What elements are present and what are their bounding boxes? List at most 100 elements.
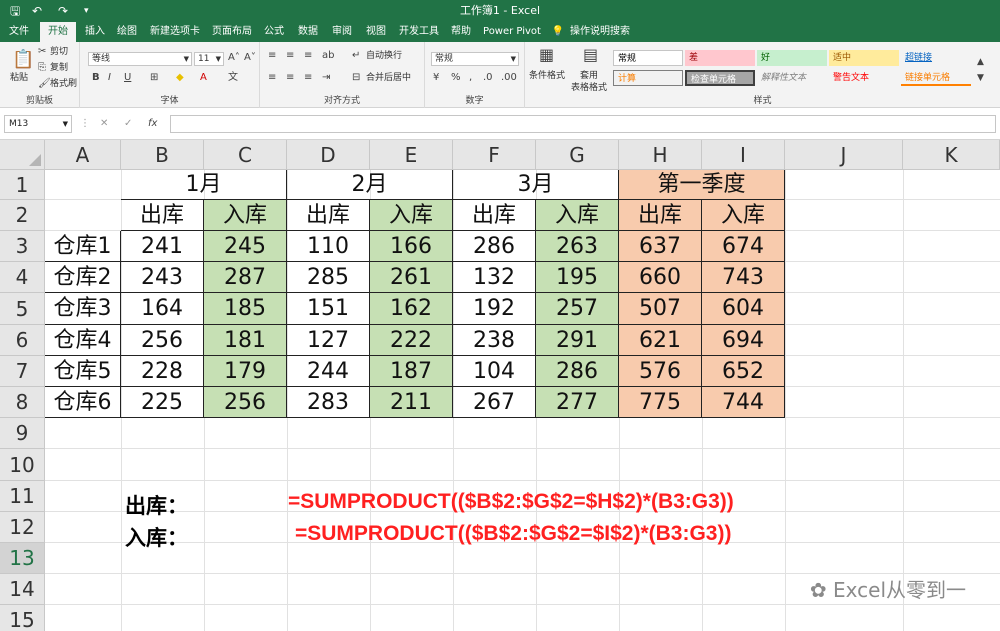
- font-size-select[interactable]: 11 ▼: [194, 52, 224, 66]
- month-header[interactable]: 3月: [453, 170, 619, 200]
- value-cell[interactable]: 604: [702, 293, 785, 325]
- italic-icon[interactable]: I: [108, 72, 111, 84]
- tab-formulas[interactable]: 公式: [260, 22, 288, 42]
- month-header[interactable]: 1月: [121, 170, 287, 200]
- tab-view[interactable]: 视图: [362, 22, 390, 42]
- value-cell[interactable]: 291: [536, 325, 619, 356]
- value-cell[interactable]: 287: [204, 262, 287, 293]
- row-header-12[interactable]: 12: [0, 512, 45, 543]
- value-cell[interactable]: 243: [121, 262, 204, 293]
- value-cell[interactable]: 166: [370, 231, 453, 262]
- align-center-icon[interactable]: ≡: [286, 72, 294, 84]
- align-right-icon[interactable]: ≡: [304, 72, 312, 84]
- increase-decimal-icon[interactable]: .0: [483, 72, 493, 84]
- sub-header[interactable]: 出库: [619, 200, 702, 231]
- sub-header[interactable]: 出库: [453, 200, 536, 231]
- style-calculation[interactable]: 计算: [613, 70, 683, 86]
- month-header[interactable]: 2月: [287, 170, 453, 200]
- font-color-icon[interactable]: A: [200, 72, 207, 84]
- column-header-d[interactable]: D: [287, 140, 370, 170]
- warehouse-label[interactable]: 仓库6: [45, 387, 121, 418]
- insert-function-icon[interactable]: fx: [148, 118, 157, 130]
- column-header-k[interactable]: K: [903, 140, 1000, 170]
- warehouse-label[interactable]: 仓库2: [45, 262, 121, 293]
- value-cell[interactable]: 286: [536, 356, 619, 387]
- sub-header[interactable]: 出库: [121, 200, 204, 231]
- formula-input[interactable]: [170, 115, 996, 133]
- row-header-5[interactable]: 5: [0, 293, 45, 325]
- paste-button[interactable]: 粘贴: [10, 72, 28, 84]
- merge-center-button[interactable]: 合并后居中: [366, 72, 411, 84]
- row-header-6[interactable]: 6: [0, 325, 45, 356]
- borders-icon[interactable]: ⊞: [150, 72, 158, 84]
- value-cell[interactable]: 263: [536, 231, 619, 262]
- value-cell[interactable]: 181: [204, 325, 287, 356]
- styles-more-icon[interactable]: ▼: [977, 72, 984, 84]
- column-header-c[interactable]: C: [204, 140, 287, 170]
- value-cell[interactable]: 132: [453, 262, 536, 293]
- tab-home[interactable]: 开始: [40, 22, 76, 42]
- style-hyperlink[interactable]: 超链接: [901, 50, 971, 66]
- grow-font-icon[interactable]: A˄: [228, 52, 240, 64]
- column-header-a[interactable]: A: [45, 140, 121, 170]
- tab-review[interactable]: 审阅: [328, 22, 356, 42]
- value-cell[interactable]: 660: [619, 262, 702, 293]
- sub-header[interactable]: 入库: [536, 200, 619, 231]
- table-format-button[interactable]: 套用 表格格式: [571, 70, 607, 94]
- row-header-7[interactable]: 7: [0, 356, 45, 387]
- column-header-h[interactable]: H: [619, 140, 702, 170]
- number-format-select[interactable]: 常规 ▼: [431, 52, 519, 66]
- conditional-format-button[interactable]: 条件格式: [529, 70, 565, 82]
- currency-icon[interactable]: ¥: [433, 72, 439, 84]
- tab-page-layout[interactable]: 页面布局: [208, 22, 256, 42]
- value-cell[interactable]: 261: [370, 262, 453, 293]
- value-cell[interactable]: 222: [370, 325, 453, 356]
- tab-data[interactable]: 数据: [294, 22, 322, 42]
- value-cell[interactable]: 576: [619, 356, 702, 387]
- value-cell[interactable]: 257: [536, 293, 619, 325]
- value-cell[interactable]: 507: [619, 293, 702, 325]
- value-cell[interactable]: 241: [121, 231, 204, 262]
- value-cell[interactable]: 164: [121, 293, 204, 325]
- value-cell[interactable]: 277: [536, 387, 619, 418]
- column-header-b[interactable]: B: [121, 140, 204, 170]
- tab-insert[interactable]: 插入: [80, 22, 110, 42]
- month-header[interactable]: 第一季度: [619, 170, 785, 200]
- format-painter-button[interactable]: 格式刷: [50, 78, 77, 90]
- column-header-j[interactable]: J: [785, 140, 903, 170]
- align-bottom-icon[interactable]: ≡: [304, 50, 312, 62]
- tab-developer[interactable]: 开发工具: [396, 22, 442, 42]
- value-cell[interactable]: 110: [287, 231, 370, 262]
- name-box[interactable]: M13 ▼: [4, 115, 72, 133]
- value-cell[interactable]: 192: [453, 293, 536, 325]
- column-header-e[interactable]: E: [370, 140, 453, 170]
- sub-header[interactable]: 入库: [702, 200, 785, 231]
- value-cell[interactable]: 195: [536, 262, 619, 293]
- value-cell[interactable]: 245: [204, 231, 287, 262]
- row-header-4[interactable]: 4: [0, 262, 45, 293]
- row-header-3[interactable]: 3: [0, 231, 45, 262]
- align-middle-icon[interactable]: ≡: [286, 50, 294, 62]
- value-cell[interactable]: 256: [121, 325, 204, 356]
- indent-icon[interactable]: ⇥: [322, 72, 330, 84]
- value-cell[interactable]: 256: [204, 387, 287, 418]
- value-cell[interactable]: 744: [702, 387, 785, 418]
- cancel-icon[interactable]: ✕: [100, 118, 108, 130]
- value-cell[interactable]: 225: [121, 387, 204, 418]
- style-normal[interactable]: 常规: [613, 50, 683, 66]
- value-cell[interactable]: 211: [370, 387, 453, 418]
- value-cell[interactable]: 285: [287, 262, 370, 293]
- tab-file[interactable]: 文件: [4, 22, 34, 42]
- value-cell[interactable]: 652: [702, 356, 785, 387]
- select-all-button[interactable]: [0, 140, 45, 170]
- value-cell[interactable]: 775: [619, 387, 702, 418]
- warehouse-label[interactable]: 仓库3: [45, 293, 121, 325]
- value-cell[interactable]: 187: [370, 356, 453, 387]
- style-bad[interactable]: 差: [685, 50, 755, 66]
- value-cell[interactable]: 244: [287, 356, 370, 387]
- value-cell[interactable]: 185: [204, 293, 287, 325]
- value-cell[interactable]: 743: [702, 262, 785, 293]
- styles-scroll-up-icon[interactable]: ▲: [977, 56, 984, 68]
- row-header-10[interactable]: 10: [0, 449, 45, 481]
- value-cell[interactable]: 179: [204, 356, 287, 387]
